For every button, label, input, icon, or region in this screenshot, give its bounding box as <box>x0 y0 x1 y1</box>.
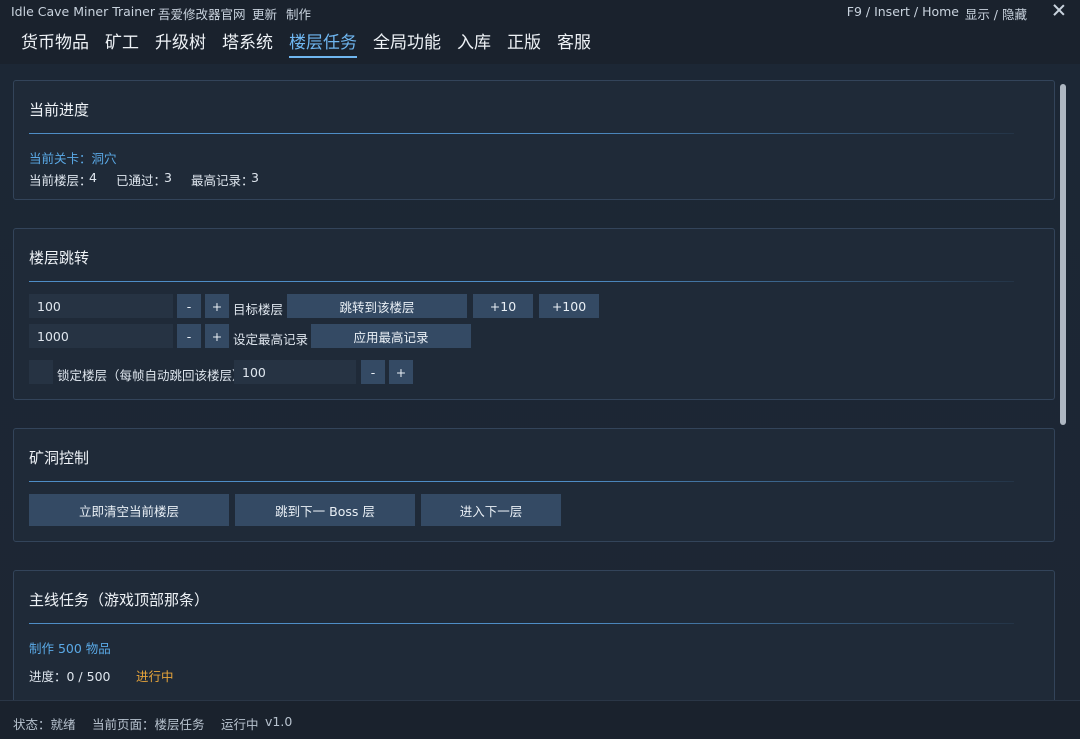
next-floor-button[interactable]: 进入下一层 <box>421 494 561 526</box>
plus-10-button[interactable]: +10 <box>473 294 533 318</box>
clear-floor-button[interactable]: 立即清空当前楼层 <box>29 494 229 526</box>
tab-floor-tasks[interactable]: 楼层任务 <box>289 28 357 58</box>
cave-control-title: 矿洞控制 <box>29 449 90 467</box>
tab-stock-in[interactable]: 入库 <box>457 28 491 56</box>
max-record-input[interactable] <box>29 324 173 348</box>
lock-floor-decrement-button[interactable]: - <box>361 360 385 384</box>
status-bar: 状态：就绪 当前页面：楼层任务 运行中 v1.0 <box>0 700 1080 739</box>
hotkey-hint: F9 / Insert / Home <box>846 4 959 19</box>
divider <box>29 281 1014 282</box>
apply-max-record-button[interactable]: 应用最高记录 <box>311 324 471 348</box>
quest-progress: 进度：0 / 500 <box>29 669 111 684</box>
max-record-label: 设定最高记录 <box>233 332 309 347</box>
status-text: 状态：就绪 <box>13 717 76 732</box>
scrollbar[interactable] <box>1060 84 1066 425</box>
main-quest-title: 主线任务（游戏顶部那条） <box>29 591 210 609</box>
content-area: 当前进度 当前关卡：洞穴 当前楼层： 4 已通过： 3 最高记录： 3 楼层跳转… <box>0 64 1080 700</box>
lock-floor-checkbox[interactable] <box>29 360 53 384</box>
max-record-decrement-button[interactable]: - <box>177 324 201 348</box>
floor-jump-panel: 楼层跳转 - + 目标楼层 跳转到该楼层 +10 +100 - + 设定最高记录… <box>13 228 1055 400</box>
tab-bar: 货币物品 矿工 升级树 塔系统 楼层任务 全局功能 入库 正版 客服 <box>0 24 1080 64</box>
title-bar: Idle Cave Miner Trainer 吾爱修改器官网 更新 制作 F9… <box>0 0 1080 24</box>
version-text: v1.0 <box>265 714 293 729</box>
show-hide-toggle[interactable]: 显示 / 隐藏 <box>965 4 1027 23</box>
progress-panel: 当前进度 当前关卡：洞穴 当前楼层： 4 已通过： 3 最高记录： 3 <box>13 80 1055 200</box>
divider <box>29 623 1014 624</box>
current-page-text: 当前页面：楼层任务 <box>92 717 205 732</box>
plus-100-button[interactable]: +100 <box>539 294 599 318</box>
lock-floor-increment-button[interactable]: + <box>389 360 413 384</box>
max-record-increment-button[interactable]: + <box>205 324 229 348</box>
current-floor-value: 4 <box>89 170 97 185</box>
passed-value: 3 <box>164 170 172 185</box>
quest-status-badge: 进行中 <box>136 669 174 684</box>
tab-global-functions[interactable]: 全局功能 <box>373 28 441 56</box>
record-value: 3 <box>251 170 259 185</box>
tab-licensed[interactable]: 正版 <box>507 28 541 56</box>
tab-currency-items[interactable]: 货币物品 <box>21 28 89 56</box>
quest-task: 制作 500 物品 <box>29 641 111 656</box>
current-floor-label: 当前楼层： <box>29 173 92 188</box>
jump-to-floor-button[interactable]: 跳转到该楼层 <box>287 294 467 318</box>
divider <box>29 481 1014 482</box>
target-floor-decrement-button[interactable]: - <box>177 294 201 318</box>
tab-upgrade-tree[interactable]: 升级树 <box>155 28 206 56</box>
target-floor-input[interactable] <box>29 294 173 318</box>
credits-link[interactable]: 制作 <box>286 4 311 23</box>
update-link[interactable]: 更新 <box>252 4 277 23</box>
main-quest-panel: 主线任务（游戏顶部那条） 制作 500 物品 进度：0 / 500 进行中 <box>13 570 1055 700</box>
progress-title: 当前进度 <box>29 101 90 119</box>
lock-floor-label: 锁定楼层（每帧自动跳回该楼层） <box>57 368 245 383</box>
tab-tower-system[interactable]: 塔系统 <box>222 28 273 56</box>
tab-support[interactable]: 客服 <box>557 28 591 56</box>
record-label: 最高记录： <box>191 173 254 188</box>
target-floor-label: 目标楼层 <box>233 302 284 317</box>
official-site-link[interactable]: 吾爱修改器官网 <box>158 4 246 23</box>
current-level: 当前关卡：洞穴 <box>29 151 117 166</box>
floor-jump-title: 楼层跳转 <box>29 249 90 267</box>
divider <box>29 133 1014 134</box>
cave-control-panel: 矿洞控制 立即清空当前楼层 跳到下一 Boss 层 进入下一层 <box>13 428 1055 542</box>
next-boss-floor-button[interactable]: 跳到下一 Boss 层 <box>235 494 415 526</box>
tab-miners[interactable]: 矿工 <box>105 28 139 56</box>
app-title: Idle Cave Miner Trainer <box>11 4 156 19</box>
close-icon[interactable] <box>1051 2 1067 18</box>
running-text: 运行中 <box>221 717 259 732</box>
passed-label: 已通过： <box>116 173 167 188</box>
target-floor-increment-button[interactable]: + <box>205 294 229 318</box>
lock-floor-input[interactable] <box>234 360 356 384</box>
